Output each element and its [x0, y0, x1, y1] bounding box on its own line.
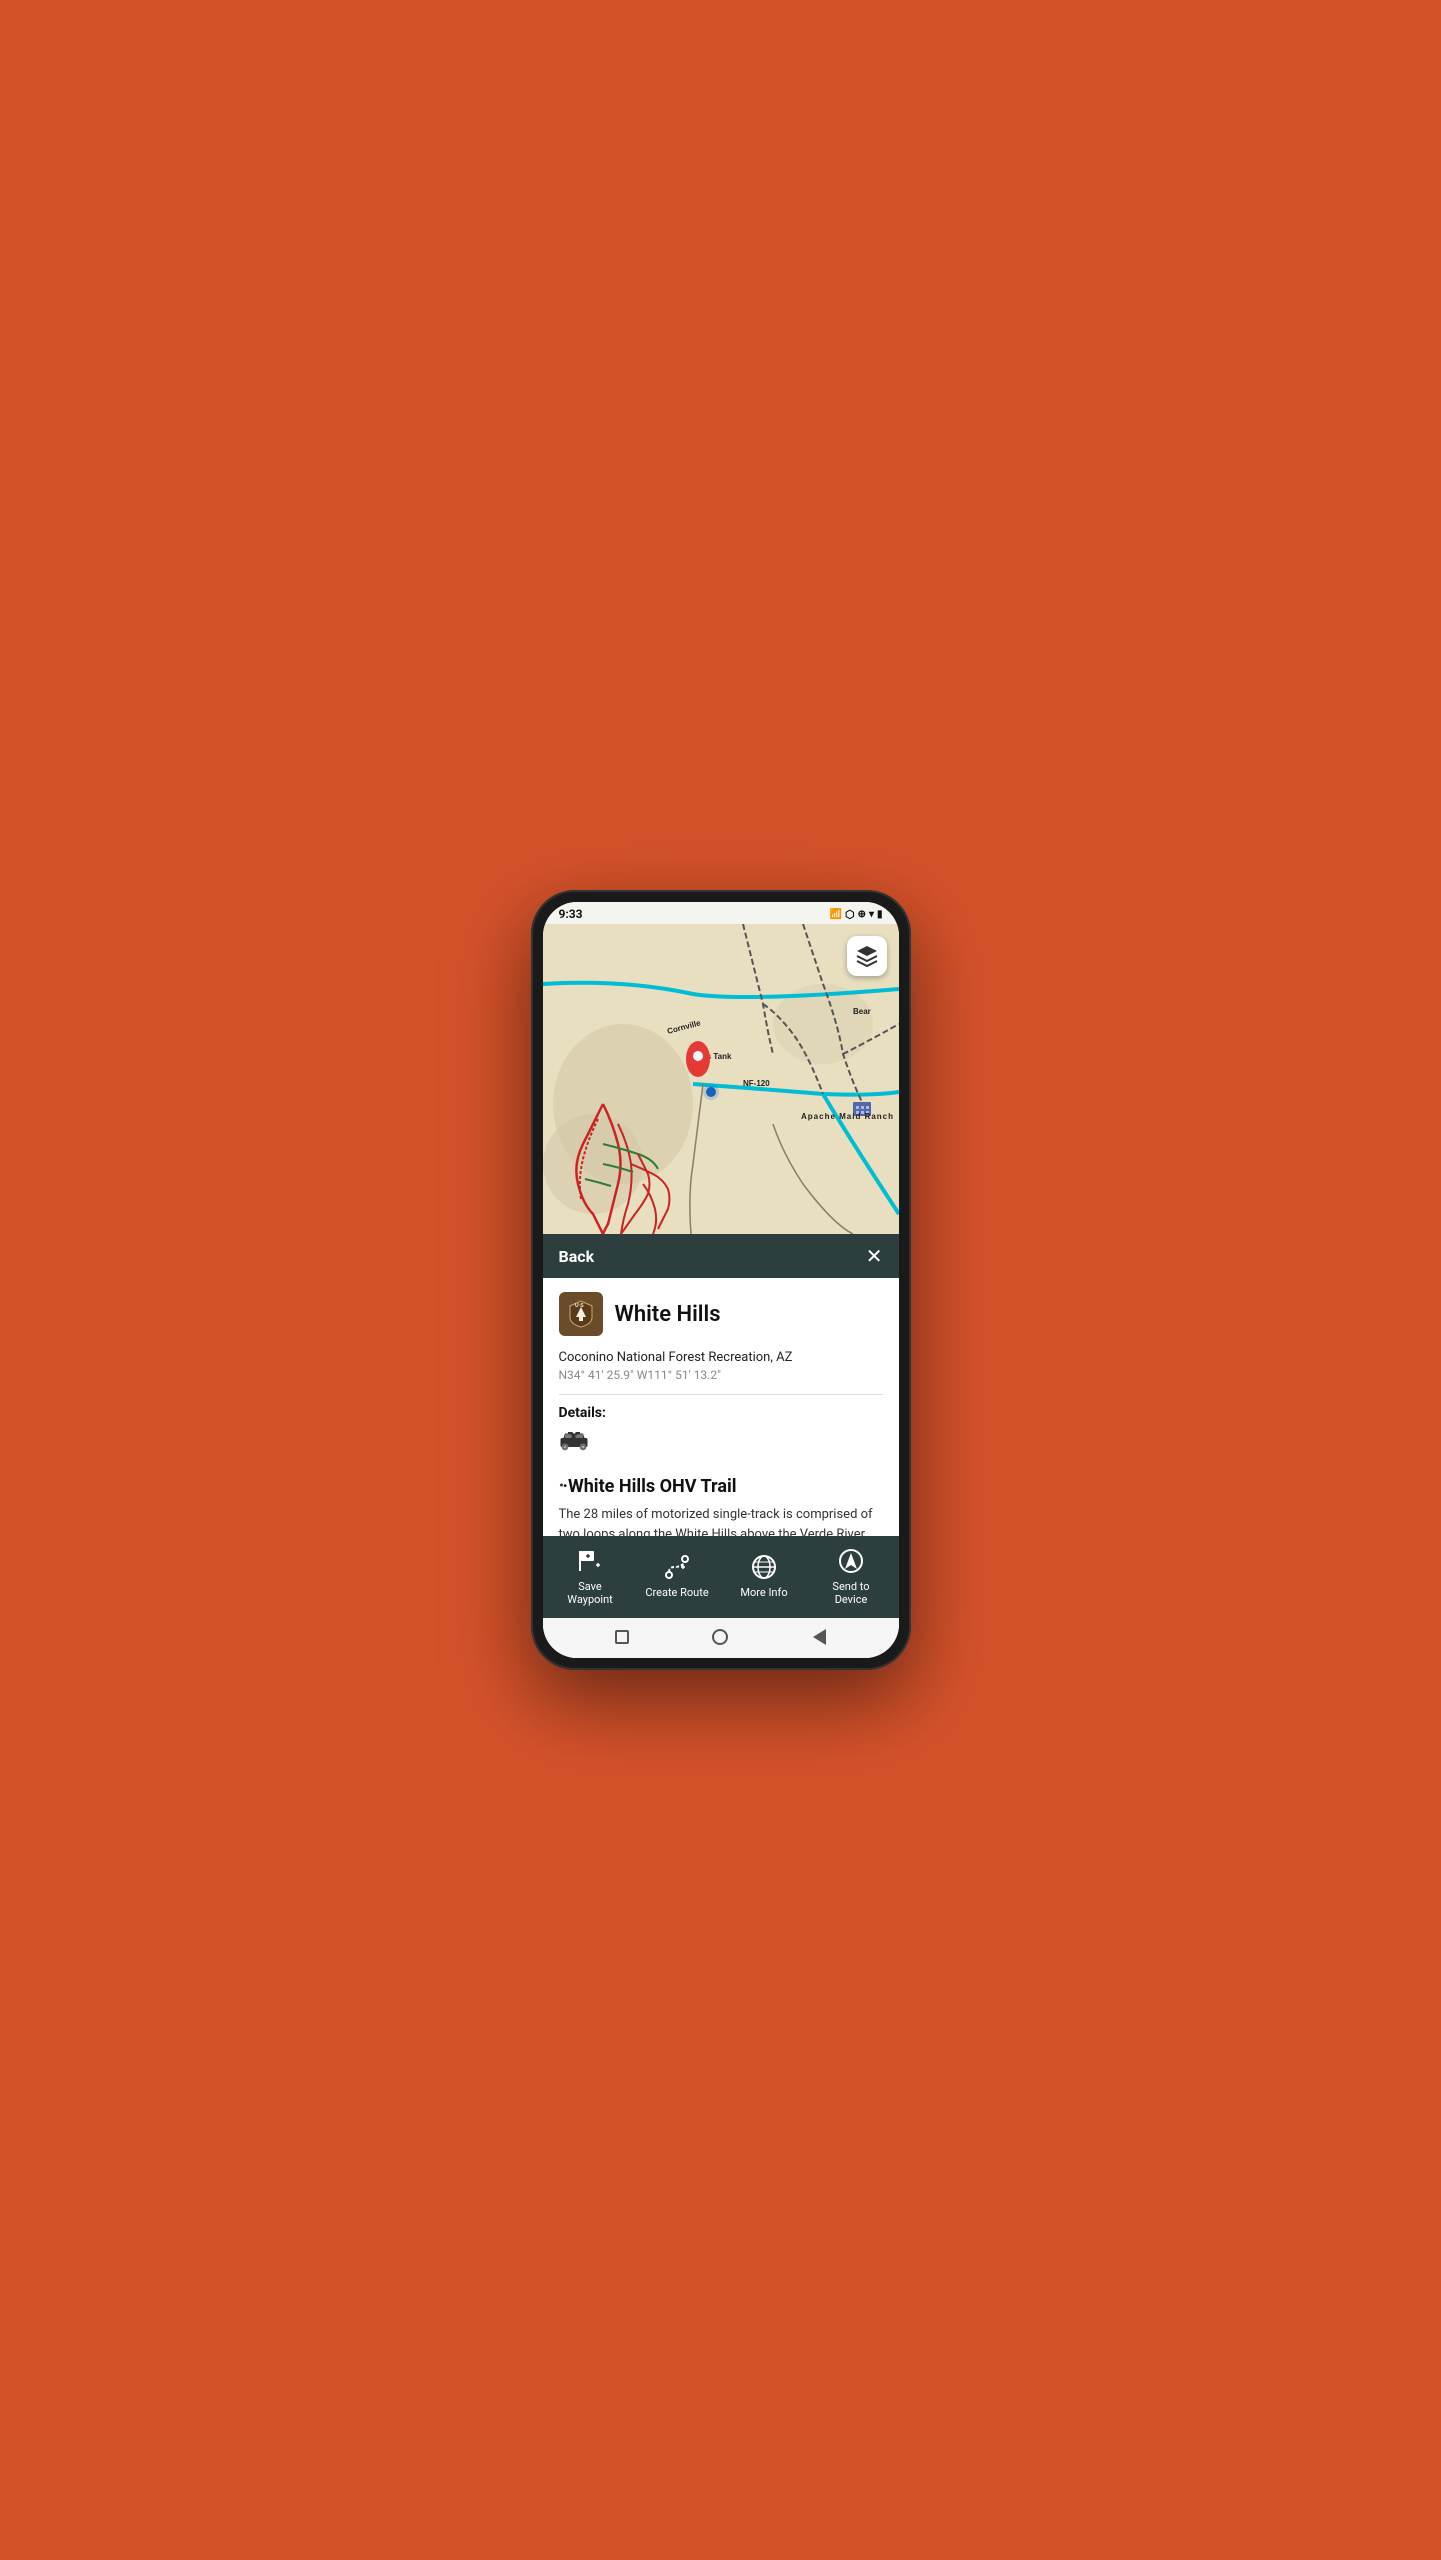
panel-header: Back ✕: [543, 1234, 899, 1278]
send-to-device-label: Send toDevice: [832, 1580, 869, 1606]
svg-text:U·S: U·S: [575, 1303, 584, 1309]
vehicle-icon: [559, 1429, 589, 1459]
create-route-icon: [662, 1552, 692, 1582]
place-name: White Hills: [615, 1302, 721, 1327]
svg-text:NF-120: NF-120: [743, 1079, 770, 1088]
battery-icon: ▮: [877, 909, 883, 920]
save-waypoint-label: SaveWaypoint: [567, 1580, 613, 1606]
status-bar: 9:33 📶 ⬡ ⊕ ▾ ▮: [543, 902, 899, 924]
phone-screen: 9:33 📶 ⬡ ⊕ ▾ ▮: [543, 902, 899, 1658]
layer-button[interactable]: [847, 936, 887, 976]
status-icons: 📶 ⬡ ⊕ ▾ ▮: [830, 908, 883, 921]
create-route-button[interactable]: Create Route: [645, 1552, 709, 1599]
place-region: Coconino National Forest Recreation, AZ: [559, 1350, 883, 1365]
save-waypoint-button[interactable]: SaveWaypoint: [558, 1546, 622, 1606]
detail-icons: [559, 1429, 883, 1459]
android-nav-bar: [543, 1618, 899, 1658]
create-route-label: Create Route: [645, 1586, 708, 1599]
panel-content: U·S White Hills Coconino National Forest…: [543, 1278, 899, 1536]
close-button[interactable]: ✕: [866, 1244, 883, 1268]
trail-description: The 28 miles of motorized single-track i…: [559, 1505, 883, 1536]
back-nav-button[interactable]: [808, 1626, 830, 1648]
bottom-panel: Back ✕ U·S: [543, 1234, 899, 1658]
send-to-device-icon: [836, 1546, 866, 1576]
place-coords: N34° 41' 25.9" W111° 51' 13.2": [559, 1368, 883, 1395]
back-nav-icon: [813, 1629, 826, 1645]
location-icon: ⊕: [858, 909, 866, 920]
svg-text:Bear: Bear: [853, 1007, 871, 1016]
signal-icon: 📶: [830, 909, 842, 920]
map-area[interactable]: Jones Tank NF-120 Apache Maid Ranch Corn…: [543, 924, 899, 1234]
trail-title: ··White Hills OHV Trail: [559, 1473, 883, 1497]
phone-shell: 9:33 📶 ⬡ ⊕ ▾ ▮: [531, 890, 911, 1670]
svg-text:Apache Maid Ranch: Apache Maid Ranch: [801, 1112, 894, 1121]
save-waypoint-icon: [575, 1546, 605, 1576]
wifi-icon: ▾: [869, 909, 874, 920]
status-time: 9:33: [559, 907, 583, 921]
home-icon: [712, 1629, 728, 1645]
more-info-icon: [749, 1552, 779, 1582]
more-info-label: More Info: [740, 1586, 787, 1599]
send-to-device-button[interactable]: Send toDevice: [819, 1546, 883, 1606]
place-header: U·S White Hills: [559, 1292, 883, 1336]
home-button[interactable]: [709, 1626, 731, 1648]
trail-title-text: ·White Hills OHV Trail: [563, 1476, 737, 1497]
recents-button[interactable]: [611, 1626, 633, 1648]
back-button[interactable]: Back: [559, 1247, 595, 1266]
forest-service-logo: U·S: [559, 1292, 603, 1336]
recents-icon: [615, 1630, 629, 1644]
bluetooth-icon: ⬡: [845, 908, 855, 921]
more-info-button[interactable]: More Info: [732, 1552, 796, 1599]
details-label: Details:: [559, 1405, 883, 1421]
bottom-toolbar: SaveWaypoint Create Rout: [543, 1536, 899, 1618]
